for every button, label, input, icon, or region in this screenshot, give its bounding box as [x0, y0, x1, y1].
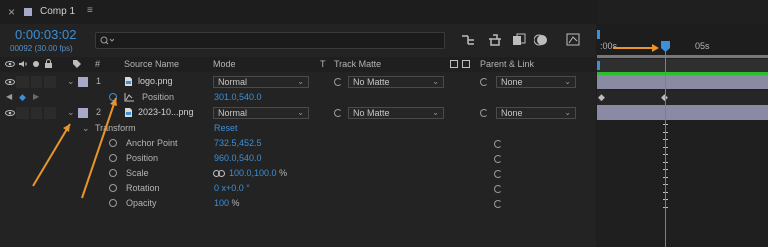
- cache-bar: [597, 72, 768, 75]
- layer-panel: × Comp 1 ≡ 0:00:03:02 00092 (30.00 fps) …: [0, 0, 596, 247]
- keyframe-icon[interactable]: ◆: [598, 92, 605, 103]
- annotation-arrow-ruler: [613, 44, 659, 52]
- navigator-bar[interactable]: [597, 59, 768, 72]
- timeline-panel[interactable]: :00s 05s ◆ ◆: [597, 0, 768, 247]
- keyframe-track: [597, 90, 768, 105]
- annotation-arrows: [32, 97, 117, 199]
- navigator-start-handle[interactable]: [597, 61, 600, 70]
- arrow-head-2: [110, 98, 117, 106]
- layer-bar-2[interactable]: [597, 105, 768, 120]
- layer-bar-1[interactable]: [597, 74, 768, 89]
- current-time-indicator-line[interactable]: [665, 44, 666, 247]
